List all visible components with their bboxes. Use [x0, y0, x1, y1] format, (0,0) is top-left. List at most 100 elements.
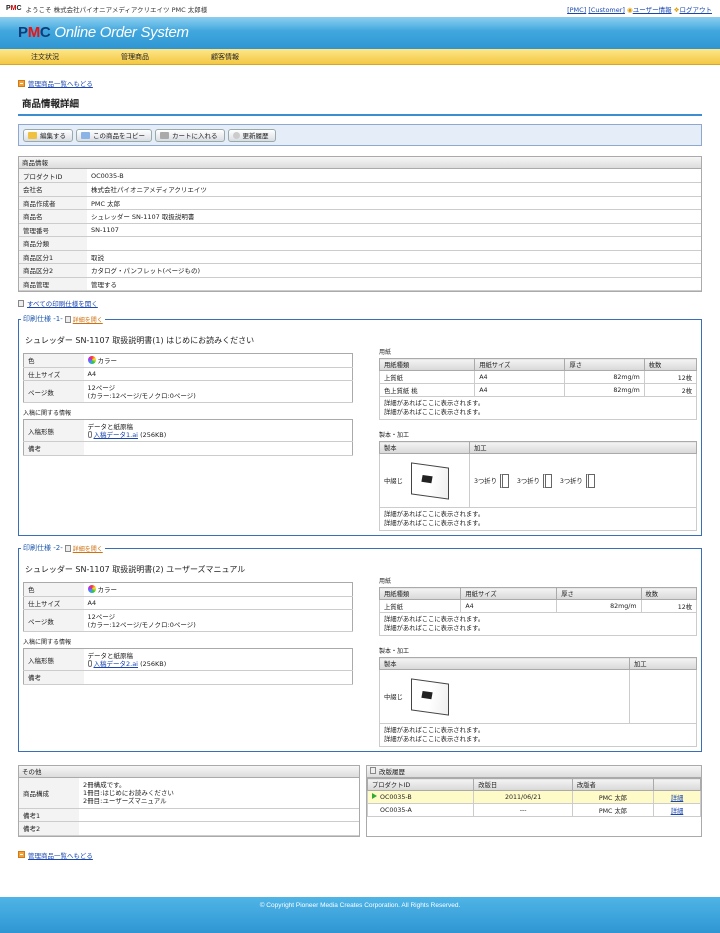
saddle-stitch-booklet-icon [410, 677, 449, 716]
site-logo[interactable]: PMC Online Order System [18, 24, 189, 41]
file-download-link[interactable]: 入稿データ1.ai [94, 431, 139, 439]
paper-heading: 用紙 [379, 578, 392, 585]
revision-row: OC0035-A --- PMC 太郎 詳細 [366, 803, 702, 817]
tri-fold-icon [499, 473, 509, 488]
composition-value: 2冊構成です。 1冊目:はじめにお読みください 2冊目:ユーザーズマニュアル [79, 778, 359, 809]
open-detail-link[interactable]: 詳細を開く [73, 315, 103, 324]
add-to-cart-button[interactable]: カートに入れる [155, 128, 225, 142]
arrow-box-icon [18, 851, 25, 858]
main-content: 管理商品一覧へもどる 商品情報詳細 編集する この商品をコピー カートに入れる … [0, 65, 720, 861]
history-icon [370, 767, 376, 774]
product-info-row: 商品作成者 PMC 太郎 [19, 196, 701, 210]
edit-button[interactable]: 編集する [23, 128, 73, 142]
paper-table: 用紙種類 用紙サイズ 厚さ 枚数 上質紙 A4 82mg/m 12枚 色上質紙 桃 A4 82mg/… [378, 358, 698, 397]
product-info-panel: 商品情報 プロダクトID OC0035-B 会社名 株式会社パイオニアメディアクリエイ… [18, 156, 702, 292]
field-value: 株式会社パイオニアメディアクリエイツ [87, 182, 701, 197]
print-spec-section: 印刷仕様 -1- 詳細を開く シュレッダー SN-1107 取扱説明書(1) はじめ… [18, 314, 702, 536]
fold-item: 3つ折り [560, 473, 595, 488]
remarks2-label: 備考2 [19, 821, 79, 836]
copyright-text: © Copyright Pioneer Media Creates Corpor… [259, 902, 461, 909]
copy-icon [81, 131, 90, 139]
revision-detail-link[interactable]: 詳細 [671, 808, 684, 815]
document-icon [64, 544, 71, 552]
spec-title: シュレッダー SN-1107 取扱説明書(2) ユーザーズマニュアル [25, 565, 246, 574]
field-label: 商品分類 [19, 236, 87, 251]
field-label: プロダクトID [19, 169, 87, 183]
revision-row: OC0035-B 2011/06/21 PMC 太郎 詳細 [366, 790, 702, 804]
open-detail-link[interactable]: 詳細を開く [73, 544, 103, 553]
logout-link[interactable]: ログアウト [680, 6, 713, 14]
paperclip-icon [87, 659, 92, 667]
product-info-row: 商品名 シュレッダー SN-1107 取扱説明書 [19, 209, 701, 224]
field-label: 商品区分2 [19, 263, 87, 278]
binding-table: 製本 加工 中綴じ [379, 657, 697, 724]
field-value: 管理する [87, 277, 701, 291]
back-to-list-link[interactable]: 管理商品一覧へもどる [28, 78, 93, 88]
field-value: SN-1107 [87, 223, 701, 237]
action-toolbar: 編集する この商品をコピー カートに入れる 更新履歴 [18, 124, 702, 146]
submission-table: 入稿形態 データと紙原稿 入稿データ2.ai (256KB) 備考 [23, 648, 353, 685]
arrow-box-icon [18, 79, 25, 87]
color-wheel-icon [87, 585, 96, 594]
tri-fold-icon [585, 473, 595, 488]
header-banner: PMC Online Order System [0, 17, 720, 49]
copy-button[interactable]: この商品をコピー [76, 128, 152, 142]
current-arrow-icon [372, 793, 377, 799]
print-spec-section: 印刷仕様 -2- 詳細を開く シュレッダー SN-1107 取扱説明書(2) ユーザ… [18, 543, 702, 752]
paperclip-icon [87, 430, 92, 438]
field-label: 商品管理 [19, 277, 87, 291]
nav-customers[interactable]: 顧客情報 [180, 49, 270, 64]
saddle-stitch-booklet-icon [410, 461, 449, 500]
revision-detail-link[interactable]: 詳細 [671, 795, 684, 802]
page-title: 商品情報詳細 [18, 89, 702, 116]
field-label: 会社名 [19, 182, 87, 197]
user-info-link[interactable]: ユーザー情報 [633, 6, 672, 14]
product-info-row: 商品区分1 取説 [19, 250, 701, 264]
product-info-row: 商品区分2 カタログ・パンフレット(ページもの) [19, 263, 701, 278]
paper-heading: 用紙 [379, 349, 392, 356]
product-info-row: 管理番号 SN-1107 [19, 223, 701, 237]
product-info-row: プロダクトID OC0035-B [19, 169, 701, 183]
submission-heading: 入稿に関する情報 [23, 410, 72, 417]
open-all-specs-link[interactable]: すべての印刷仕様を開く [27, 298, 98, 308]
paper-note: 詳細があればここに表示されます。 詳細があればここに表示されます。 [379, 613, 697, 636]
revision-heading: 改版履歴 [367, 766, 701, 778]
binding-note: 詳細があればここに表示されます。 詳細があればここに表示されます。 [379, 508, 697, 531]
nav-products[interactable]: 管理商品 [90, 49, 180, 64]
remarks1-label: 備考1 [19, 808, 79, 822]
revision-panel: 改版履歴 プロダクトID 改版日 改版者 OC0035-B 2011/06/21 PMC … [366, 765, 702, 837]
history-button[interactable]: 更新履歴 [227, 128, 276, 142]
mini-logo: PMC [6, 5, 22, 12]
main-nav: 注文状況 管理商品 顧客情報 [0, 49, 720, 65]
field-label: 商品作成者 [19, 196, 87, 210]
binding-table: 製本 加工 中綴じ 3つ折り 3つ折り 3つ折り [379, 441, 697, 508]
document-icon [18, 299, 24, 307]
tri-fold-icon [542, 473, 552, 488]
nav-orders[interactable]: 注文状況 [0, 49, 90, 64]
binding-heading: 製本・加工 [379, 648, 410, 655]
pmc-link[interactable]: [PMC] [567, 6, 586, 14]
spec-basic-table: 色カラー 仕上サイズ A4 ページ数 12ページ (カラー:12ページ/モノクロ:0ページ… [23, 353, 353, 403]
product-info-row: 会社名 株式会社パイオニアメディアクリエイツ [19, 182, 701, 197]
field-value: 取説 [87, 250, 701, 264]
file-download-link[interactable]: 入稿データ2.ai [94, 660, 139, 668]
back-to-list-link-bottom[interactable]: 管理商品一覧へもどる [28, 850, 93, 860]
field-label: 商品区分1 [19, 250, 87, 264]
spec-basic-table: 色カラー 仕上サイズ A4 ページ数 12ページ (カラー:12ページ/モノクロ:0ページ… [23, 582, 353, 632]
submission-table: 入稿形態 データと紙原稿 入稿データ1.ai (256KB) 備考 [23, 419, 353, 456]
paper-row: 上質紙 A4 82mg/m 12枚 [378, 370, 698, 384]
field-value [87, 236, 701, 251]
other-heading: その他 [19, 766, 359, 778]
field-value: PMC 太郎 [87, 196, 701, 210]
field-value: シュレッダー SN-1107 取扱説明書 [87, 209, 701, 224]
binding-note: 詳細があればここに表示されます。 詳細があればここに表示されます。 [379, 724, 697, 747]
product-info-table: プロダクトID OC0035-B 会社名 株式会社パイオニアメディアクリエイツ 商品作成… [19, 169, 701, 291]
field-label: 商品名 [19, 209, 87, 224]
paper-row: 色上質紙 桃 A4 82mg/m 2枚 [378, 383, 698, 397]
field-value: OC0035-B [87, 169, 701, 183]
paper-note: 詳細があればここに表示されます。 詳細があればここに表示されます。 [379, 397, 697, 420]
customer-link[interactable]: [Customer] [588, 6, 625, 14]
top-bar: PMC ようこそ 株式会社パイオニアメディアクリエイツ PMC 太郎様 [PMC… [0, 0, 720, 17]
submission-heading: 入稿に関する情報 [23, 639, 72, 646]
fold-item: 3つ折り [474, 473, 509, 488]
